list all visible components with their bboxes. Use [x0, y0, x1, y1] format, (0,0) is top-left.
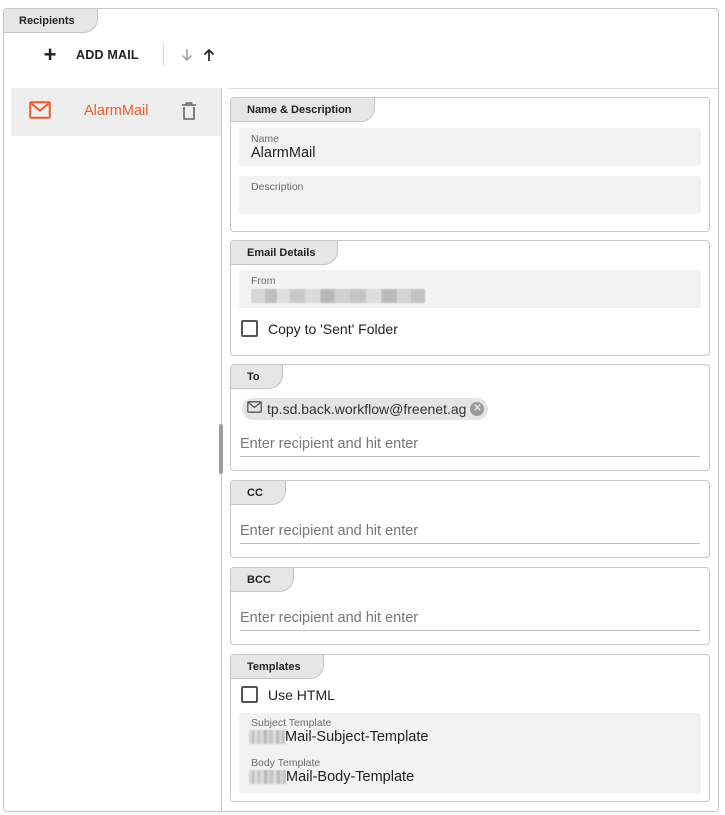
- template-fields: Subject Template Mail-Subject-Template B…: [239, 713, 701, 793]
- delete-icon[interactable]: [181, 101, 197, 126]
- toolbar-divider: [162, 44, 164, 66]
- plus-icon: +: [43, 42, 57, 67]
- to-section: To tp.sd.back.workflow@freenet.ag ✕: [230, 364, 710, 471]
- use-html-checkbox[interactable]: Use HTML: [241, 686, 335, 703]
- toolbar: + ADD MAIL: [37, 42, 220, 68]
- section-title: CC: [231, 481, 286, 505]
- section-title: BCC: [231, 568, 294, 592]
- body-template-field[interactable]: Mail-Body-Template: [249, 769, 414, 785]
- to-recipient-input[interactable]: [240, 431, 700, 457]
- mail-item-label: AlarmMail: [84, 103, 149, 119]
- cc-recipient-input[interactable]: [240, 518, 700, 544]
- bcc-recipient-input[interactable]: [240, 605, 700, 631]
- subject-template-value: Mail-Subject-Template: [285, 729, 429, 745]
- mail-icon: [29, 101, 51, 124]
- bcc-section: BCC: [230, 567, 710, 645]
- name-value: AlarmMail: [251, 145, 316, 161]
- recipients-tab[interactable]: Recipients: [4, 9, 98, 33]
- section-title: Templates: [231, 655, 324, 679]
- move-up-icon[interactable]: [198, 44, 220, 66]
- mail-list: AlarmMail: [11, 88, 222, 811]
- name-field[interactable]: Name AlarmMail: [239, 128, 701, 166]
- remove-chip-icon[interactable]: ✕: [470, 402, 485, 416]
- section-title: Name & Description: [231, 98, 375, 122]
- body-template-value: Mail-Body-Template: [286, 769, 415, 785]
- checkbox-icon[interactable]: [241, 686, 258, 703]
- name-label: Name: [251, 133, 280, 145]
- add-mail-label: ADD MAIL: [76, 48, 139, 62]
- checkbox-icon[interactable]: [241, 320, 258, 337]
- use-html-label: Use HTML: [268, 686, 335, 703]
- list-item[interactable]: AlarmMail: [11, 88, 221, 136]
- from-value-redacted: [251, 288, 425, 304]
- name-description-section: Name & Description Name AlarmMail Descri…: [230, 97, 710, 232]
- copy-sent-checkbox[interactable]: Copy to 'Sent' Folder: [241, 320, 398, 337]
- recipient-chip[interactable]: tp.sd.back.workflow@freenet.ag ✕: [242, 398, 489, 420]
- email-details-section: Email Details From Copy to 'Sent' Folder: [230, 240, 710, 356]
- from-field[interactable]: From: [239, 270, 701, 308]
- copy-sent-label: Copy to 'Sent' Folder: [268, 320, 398, 337]
- resize-handle[interactable]: [219, 424, 223, 474]
- section-title: Email Details: [231, 241, 339, 265]
- section-title: To: [231, 365, 283, 389]
- chip-label: tp.sd.back.workflow@freenet.ag: [267, 401, 467, 417]
- templates-section: Templates Use HTML Subject Template Mail…: [230, 654, 710, 802]
- header-divider: [228, 88, 718, 89]
- add-mail-button[interactable]: + ADD MAIL: [37, 42, 139, 67]
- body-template-label: Body Template: [251, 757, 321, 769]
- mail-icon: [247, 400, 262, 418]
- cc-section: CC: [230, 480, 710, 558]
- description-label: Description: [251, 181, 304, 193]
- from-label: From: [251, 275, 276, 287]
- subject-template-label: Subject Template: [251, 717, 332, 729]
- move-down-icon[interactable]: [176, 44, 198, 66]
- subject-template-field[interactable]: Mail-Subject-Template: [249, 729, 428, 745]
- description-field[interactable]: Description: [239, 176, 701, 214]
